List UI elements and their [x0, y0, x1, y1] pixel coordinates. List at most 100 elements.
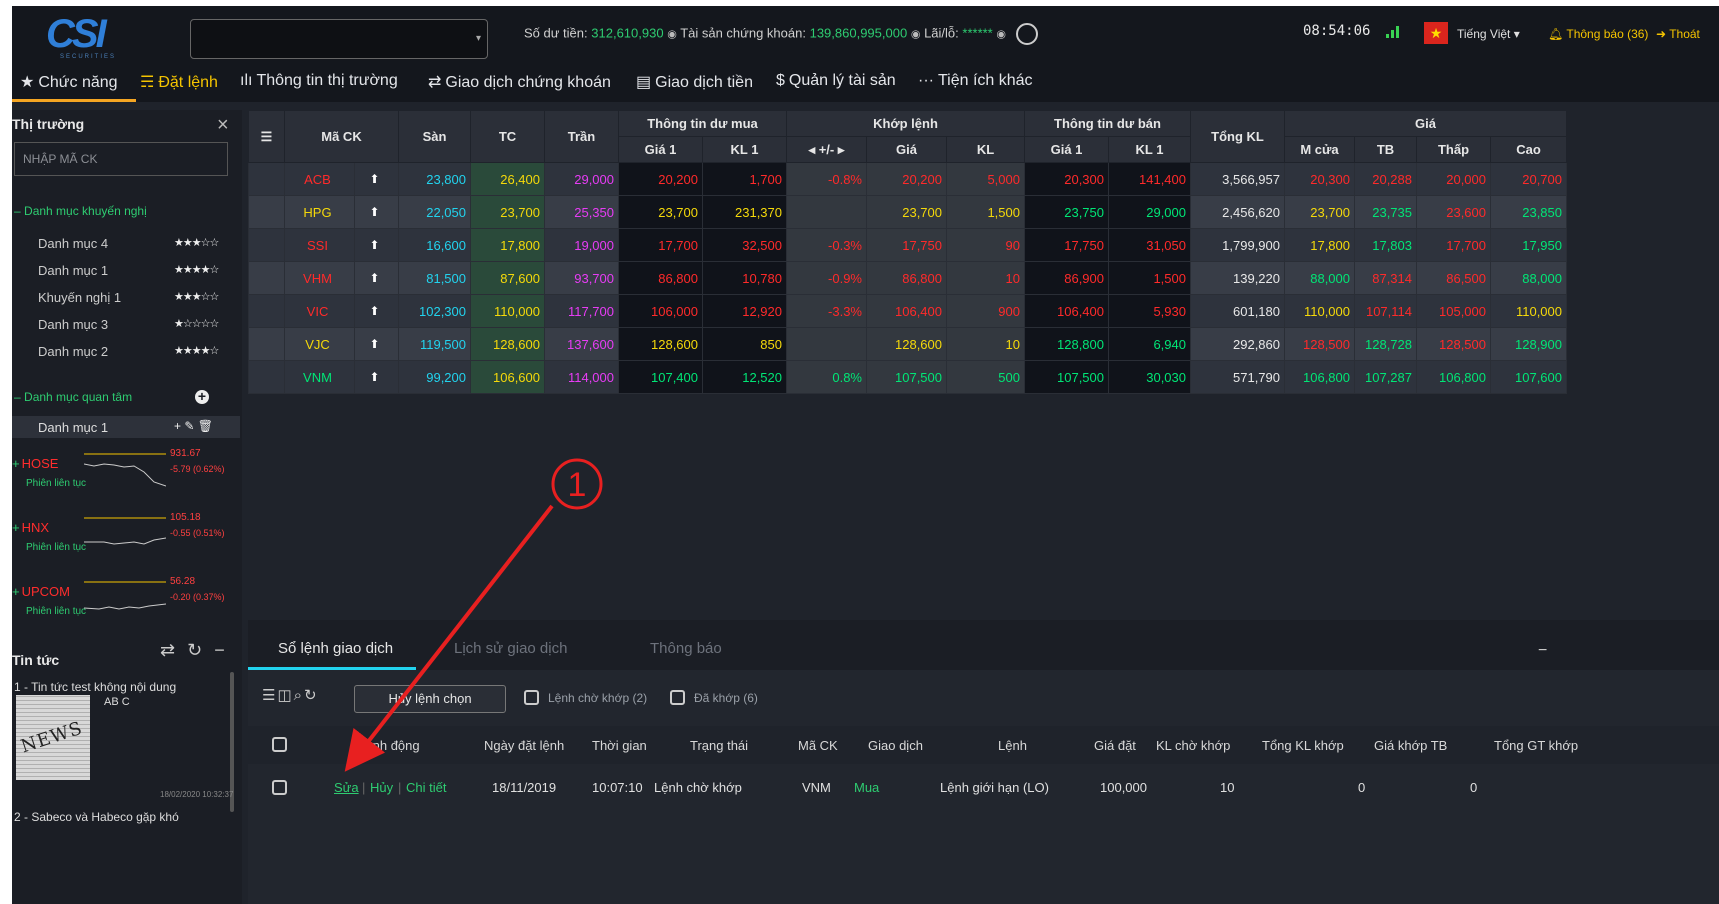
cell-low: 20,000	[1416, 162, 1491, 196]
watchlist-group[interactable]: – Danh mục quan tâm	[14, 390, 132, 404]
cell-avg: 128,728	[1354, 327, 1417, 361]
symbol-cell[interactable]: VHM	[284, 261, 355, 295]
columns-icon[interactable]: ◫	[277, 687, 293, 704]
eye-icon[interactable]: ◉	[667, 28, 677, 40]
balance-value: 312,610,930	[591, 25, 664, 41]
symbol-cell[interactable]: HPG	[284, 195, 355, 229]
chevron-down-icon: ▾	[475, 33, 481, 44]
row-checkbox[interactable]	[272, 780, 287, 795]
index-value: 105.18	[170, 512, 201, 523]
table-row[interactable]: HPG ⬆ 22,050 23,700 25,350 23,700 231,370 23,70…	[248, 195, 1567, 229]
cell-open: 17,800	[1284, 228, 1355, 262]
table-row[interactable]: ACB ⬆ 23,800 26,400 29,000 20,200 1,700 -0.8% 20…	[248, 162, 1567, 196]
refresh-icon[interactable]: ↻	[187, 640, 214, 660]
menu-item-other-utilities[interactable]: ··· Tiện ích khác	[918, 72, 1033, 90]
symbol-cell[interactable]: VNM	[284, 360, 355, 394]
news-thumbnail[interactable]: NEWS	[16, 695, 90, 780]
tab-trade-history[interactable]: Lịch sử giao dịch	[454, 640, 567, 657]
eye-icon[interactable]: ◉	[911, 28, 921, 40]
minimize-icon[interactable]: −	[214, 640, 237, 660]
cancel-selected-button[interactable]: Hủy lệnh chọn	[354, 685, 506, 713]
table-row[interactable]: SSI ⬆ 16,600 17,800 19,000 17,700 32,500 -0.3% 1…	[248, 228, 1567, 262]
col-ask-price: Giá 1	[1024, 136, 1109, 163]
table-menu-icon[interactable]: ☰	[248, 110, 285, 163]
sidebar-item-recommended[interactable]: Danh mục 3 ★☆☆☆☆	[38, 317, 233, 332]
sidebar-item-recommended[interactable]: Danh mục 1 ★★★★☆	[38, 263, 233, 278]
table-row[interactable]: VIC ⬆ 102,300 110,000 117,700 106,000 12,920 -3…	[248, 294, 1567, 328]
order-toolbar: ☰◫⌕↻	[262, 686, 319, 704]
col-match-price: Giá	[866, 136, 947, 163]
cell-chg: -3.3%	[786, 294, 867, 328]
cell-ask-p: 17,750	[1024, 228, 1109, 262]
col-change[interactable]: ◂ +/- ▸	[786, 136, 867, 163]
eye-icon[interactable]: ◉	[996, 28, 1006, 40]
index-hose[interactable]: + HOSE Phiên liên tục 931.67 -5.79 (0.62%…	[12, 448, 240, 510]
order-detail-link[interactable]: Chi tiết	[406, 780, 446, 795]
rating-stars: ★★★☆☆	[174, 291, 219, 303]
cell-ceil: 137,600	[544, 327, 619, 361]
menu-item-asset-management[interactable]: $ Quản lý tài sản	[776, 72, 896, 90]
symbol-cell[interactable]: ACB	[284, 162, 355, 196]
sidebar-item-recommended[interactable]: Danh mục 2 ★★★★☆	[38, 344, 233, 359]
index-hnx[interactable]: + HNX Phiên liên tục 105.18 -0.55 (0.51%)	[12, 512, 240, 574]
language-select[interactable]: Tiếng Việt ▾	[1457, 27, 1520, 41]
pin-icon[interactable]: ⬆	[354, 294, 399, 328]
menu-item-cash-trading[interactable]: ▤ Giao dịch tiền	[636, 72, 753, 92]
list-icon[interactable]: ☰	[262, 687, 277, 704]
index-value: 56.28	[170, 576, 196, 587]
plus-icon: +	[12, 520, 20, 535]
notifications-button[interactable]: 🔔︎ Thông báo (36)	[1548, 27, 1648, 41]
menu-item-functions[interactable]: ★ Chức năng	[20, 72, 118, 92]
tab-notifications[interactable]: Thông báo	[650, 640, 722, 657]
sidebar-item-recommended[interactable]: Danh mục 4 ★★★☆☆	[38, 236, 233, 251]
transfer-icon[interactable]: ⇄	[160, 640, 187, 660]
zoom-icon[interactable]: ⌕	[294, 687, 304, 704]
account-select[interactable]: ▾	[190, 19, 488, 59]
order-pending-qty: 10	[1220, 780, 1235, 795]
index-upcom[interactable]: + UPCOM Phiên liên tục 56.28 -0.20 (0.37%…	[12, 576, 240, 638]
cell-total: 2,456,620	[1190, 195, 1285, 229]
edit-order-link[interactable]: Sửa	[334, 780, 359, 795]
pin-icon[interactable]: ⬆	[354, 360, 399, 394]
table-row[interactable]: VHM ⬆ 81,500 87,600 93,700 86,800 10,780 -0.9% 8…	[248, 261, 1567, 295]
table-row[interactable]: VJC ⬆ 119,500 128,600 137,600 128,600 850 128,6…	[248, 327, 1567, 361]
minimize-icon[interactable]: −	[1538, 642, 1547, 660]
refresh-circle-icon[interactable]	[1015, 23, 1038, 45]
pin-icon[interactable]: ⬆	[354, 228, 399, 262]
pin-icon[interactable]: ⬆	[354, 261, 399, 295]
menu-item-market-info[interactable]: ılı Thông tin thị trường	[240, 72, 398, 90]
refresh-icon[interactable]: ↻	[304, 687, 319, 704]
symbol-cell[interactable]: SSI	[284, 228, 355, 262]
table-row[interactable]: VNM ⬆ 99,200 106,600 114,000 107,400 12,520 0.8…	[248, 360, 1567, 394]
menu-item-securities-trading[interactable]: ⇄ Giao dịch chứng khoán	[428, 72, 611, 92]
symbol-cell[interactable]: VJC	[284, 327, 355, 361]
add-watchlist-icon[interactable]: +	[195, 389, 209, 404]
sidebar-item-watchlist[interactable]: Danh mục 1 + ✎ 🗑	[12, 416, 240, 438]
news-item-title[interactable]: 1 - Tin tức test không nội dung	[14, 680, 176, 694]
recommended-group[interactable]: – Danh mục khuyến nghị	[14, 204, 147, 218]
cell-avg: 20,288	[1354, 162, 1417, 196]
cell-high: 107,600	[1490, 360, 1567, 394]
pin-icon[interactable]: ⬆	[354, 327, 399, 361]
pending-filter-checkbox[interactable]	[524, 690, 539, 705]
rating-stars: ★★★★☆	[174, 264, 219, 276]
watchlist-actions-icons[interactable]: + ✎ 🗑	[174, 419, 213, 433]
select-all-checkbox[interactable]	[272, 737, 287, 752]
tab-order-book[interactable]: Sổ lệnh giao dịch	[278, 640, 393, 657]
pin-icon[interactable]: ⬆	[354, 162, 399, 196]
col-matched-qty: Tổng KL khớp	[1262, 738, 1344, 753]
sidebar-item-recommended[interactable]: Khuyến nghị 1 ★★★☆☆	[38, 290, 233, 305]
balance-label: Số dư tiền:	[524, 25, 588, 41]
matched-filter-checkbox[interactable]	[670, 690, 685, 705]
menu-item-place-order[interactable]: ☴ Đặt lệnh	[140, 72, 218, 92]
logout-button[interactable]: ➜ Thoát	[1656, 27, 1700, 41]
col-symbol[interactable]: Mã CK	[284, 110, 399, 163]
close-icon[interactable]: ×	[217, 114, 229, 137]
pin-icon[interactable]: ⬆	[354, 195, 399, 229]
symbol-cell[interactable]: VIC	[284, 294, 355, 328]
news-item-title[interactable]: 2 - Sabeco và Habeco gặp khó	[14, 810, 179, 824]
cancel-order-link[interactable]: Hủy	[370, 780, 393, 795]
table-row[interactable]: Sửa | Hủy | Chi tiết 18/11/2019 10:07:10…	[248, 768, 1719, 808]
vietnam-flag-icon[interactable]: ★	[1424, 22, 1448, 44]
symbol-search-input[interactable]	[14, 142, 228, 176]
